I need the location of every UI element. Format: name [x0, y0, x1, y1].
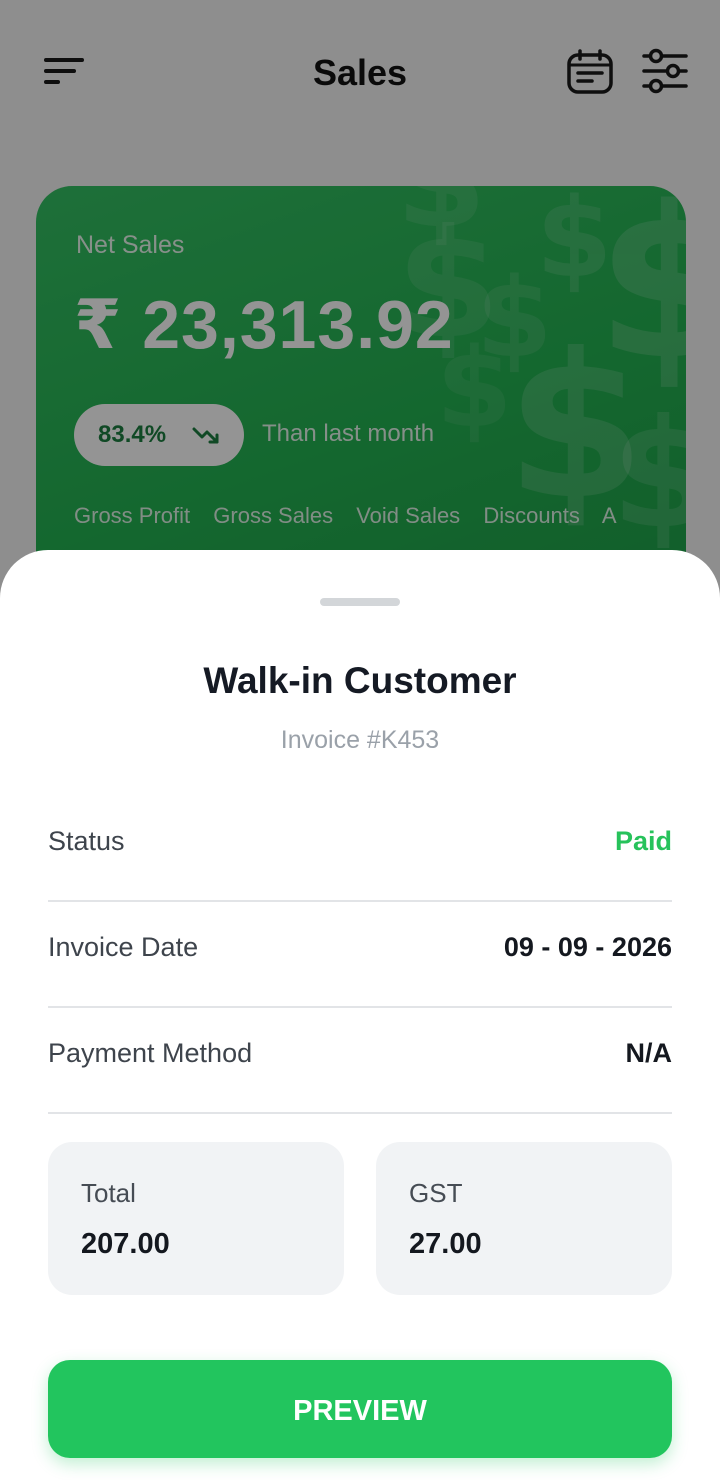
customer-name: Walk-in Customer	[203, 660, 517, 701]
payment-method-value: N/A	[625, 1038, 673, 1068]
total-card: Total 207.00	[48, 1142, 344, 1295]
gst-value: 27.00	[409, 1228, 482, 1260]
sales-screen: Sales $ $ $ $ $ $ $ Net Sales ₹ 23,313.9…	[0, 0, 720, 1480]
payment-method-label: Payment Method	[48, 1038, 253, 1068]
gst-card: GST 27.00	[376, 1142, 672, 1295]
total-label: Total	[81, 1178, 136, 1208]
preview-button[interactable]: PREVIEW	[48, 1360, 672, 1458]
total-value: 207.00	[81, 1228, 170, 1260]
status-label: Status	[48, 826, 125, 856]
invoice-date-label: Invoice Date	[48, 932, 199, 962]
sheet-drag-handle[interactable]	[320, 598, 400, 606]
invoice-bottom-sheet: Walk-in Customer Invoice #K453 Status Pa…	[0, 550, 720, 1480]
gst-label: GST	[409, 1178, 463, 1208]
invoice-date-row: Invoice Date 09 - 09 - 2026	[48, 900, 672, 1008]
status-row: Status Paid	[48, 794, 672, 902]
invoice-number: Invoice #K453	[280, 726, 440, 754]
status-badge: Paid	[614, 826, 672, 856]
payment-method-row: Payment Method N/A	[48, 1006, 672, 1114]
invoice-date-value: 09 - 09 - 2026	[503, 932, 672, 962]
